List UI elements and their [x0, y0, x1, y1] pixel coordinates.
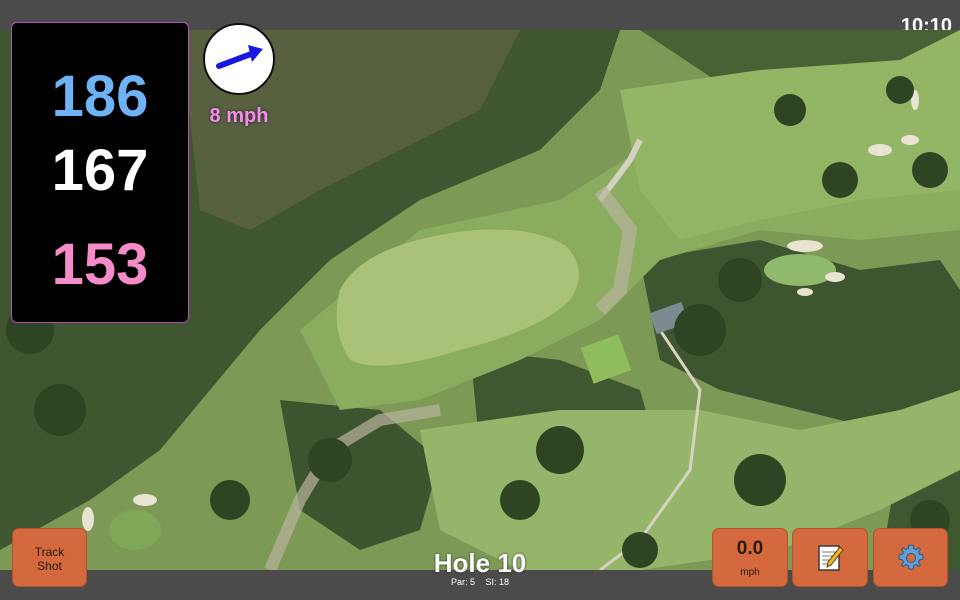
wind-speed-unit: mph [740, 567, 760, 578]
track-shot-button[interactable]: Track Shot [12, 528, 87, 587]
back-of-green-distance: 186 [51, 64, 149, 129]
notes-button[interactable] [792, 528, 868, 587]
middle-of-green-distance: 167 [51, 138, 149, 203]
hole-stroke-index: SI: 18 [485, 577, 510, 587]
settings-button[interactable] [873, 528, 948, 587]
wind-speed-value: 0.0 [736, 538, 764, 559]
hole-title: Hole 10 [433, 548, 527, 578]
hole-par: Par: 5 [450, 577, 475, 587]
wind-speed-button[interactable]: 0.0 mph [712, 528, 788, 587]
notepad-icon [818, 544, 844, 571]
gear-icon [897, 543, 924, 570]
wind-speed-label: 8 mph [209, 105, 269, 127]
distance-panel: 186 167 153 [11, 22, 189, 323]
hole-meta: Par: 5 SI: 18 [380, 577, 580, 588]
front-of-green-distance: 153 [51, 232, 149, 297]
wind-arrow-icon [216, 45, 263, 69]
track-shot-label: Track Shot [34, 545, 65, 573]
wind-direction-indicator [203, 23, 275, 95]
